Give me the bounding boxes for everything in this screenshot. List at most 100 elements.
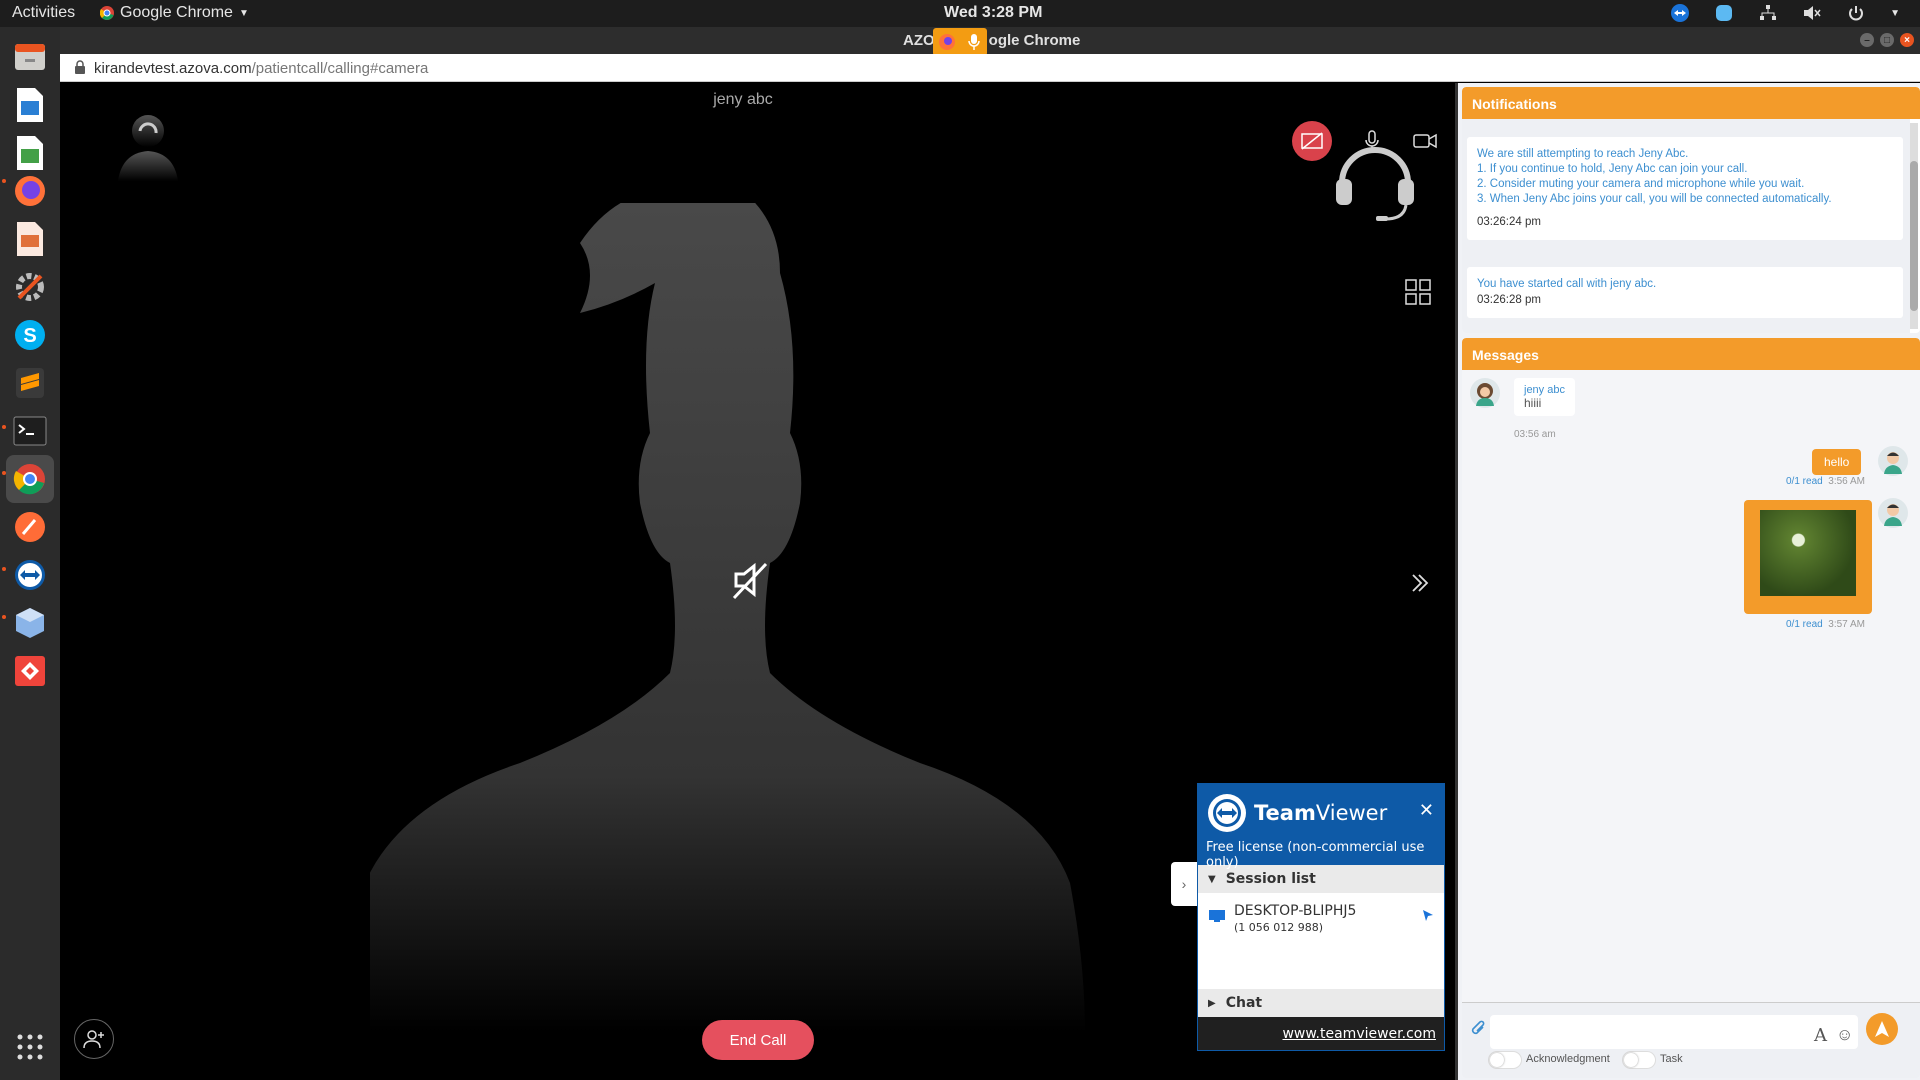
remote-control-icon[interactable] xyxy=(1422,909,1434,923)
chat-section-header[interactable]: ▶ Chat xyxy=(1198,989,1444,1017)
teamviewer-close-button[interactable]: ✕ xyxy=(1419,800,1434,821)
file-cabinet-icon xyxy=(15,44,45,70)
computer-icon xyxy=(1209,910,1225,922)
teamviewer-tray-icon[interactable] xyxy=(1670,3,1690,23)
lock-icon[interactable] xyxy=(74,60,86,78)
dock-anydesk[interactable] xyxy=(6,647,54,695)
task-label: Task xyxy=(1660,1053,1683,1065)
camera-off-button[interactable] xyxy=(1292,121,1332,161)
window-title-bar: AZO ogle Chrome – □ × xyxy=(60,27,1920,54)
dock-chrome[interactable] xyxy=(6,455,54,503)
message-input[interactable] xyxy=(1490,1015,1858,1049)
acknowledgment-label: Acknowledgment xyxy=(1526,1053,1610,1065)
maximize-button[interactable]: □ xyxy=(1880,33,1894,47)
notifications-list: We are still attempting to reach Jeny Ab… xyxy=(1462,119,1910,333)
teamviewer-icon xyxy=(15,560,45,590)
dock-teamviewer[interactable] xyxy=(6,551,54,599)
clock[interactable]: Wed 3:28 PM xyxy=(944,4,1042,22)
dock-settings[interactable] xyxy=(6,263,54,311)
teamviewer-header: TeamViewer ✕ Free license (non-commercia… xyxy=(1198,784,1444,870)
incoming-message: jeny abc hiiii xyxy=(1514,378,1575,416)
dock-firefox[interactable] xyxy=(6,167,54,215)
dock-writer[interactable] xyxy=(6,81,54,129)
dock-terminal[interactable] xyxy=(6,407,54,455)
grid-layout-icon[interactable] xyxy=(1404,278,1432,306)
dock-virtualbox[interactable] xyxy=(6,599,54,647)
flower-photo xyxy=(1760,510,1856,596)
message-time: 03:56 am xyxy=(1514,429,1556,440)
skype-icon: S xyxy=(15,320,45,350)
app-grid-icon xyxy=(17,1034,43,1060)
message-sender: jeny abc xyxy=(1524,384,1565,396)
app-menu-label: Google Chrome xyxy=(120,4,233,21)
remote-avatar-silhouette xyxy=(370,203,1085,1033)
add-participant-button[interactable] xyxy=(74,1019,114,1059)
text-format-icon[interactable]: A xyxy=(1814,1025,1827,1046)
video-camera-icon xyxy=(1413,133,1437,149)
window-title: AZO ogle Chrome xyxy=(903,32,1081,49)
caret-right-icon: ▶ xyxy=(1208,997,1216,1009)
spreadsheet-icon xyxy=(17,136,43,170)
skype-tray-icon[interactable] xyxy=(1714,3,1734,23)
chrome-icon xyxy=(100,6,114,20)
messages-panel: Messages jeny abc hiiii 03:56 am hello 0… xyxy=(1462,338,1920,1078)
teamviewer-link[interactable]: www.teamviewer.com xyxy=(1282,1026,1436,1042)
notification-time: 03:26:24 pm xyxy=(1477,216,1541,228)
end-call-button[interactable]: End Call xyxy=(702,1020,814,1060)
teamviewer-collapse-tab[interactable]: › xyxy=(1171,862,1197,906)
remote-participant-name: jeny abc xyxy=(713,91,773,108)
add-user-icon xyxy=(83,1030,104,1049)
notifications-title: Notifications xyxy=(1462,87,1920,119)
app-menu[interactable]: Google Chrome ▼ xyxy=(100,4,249,22)
emoji-icon[interactable]: ☺ xyxy=(1836,1025,1853,1045)
acknowledgment-toggle[interactable] xyxy=(1488,1051,1522,1069)
power-icon[interactable] xyxy=(1846,3,1866,23)
presentation-icon xyxy=(17,222,43,256)
side-panel: Notifications We are still attempting to… xyxy=(1455,83,1920,1080)
firefox-icon xyxy=(15,176,45,206)
close-button[interactable]: × xyxy=(1900,33,1914,47)
notifications-panel: Notifications We are still attempting to… xyxy=(1462,87,1920,333)
anydesk-icon xyxy=(15,656,45,686)
male-avatar-icon xyxy=(1884,504,1902,526)
dock-sublime[interactable] xyxy=(6,359,54,407)
dock-postman[interactable] xyxy=(6,503,54,551)
chrome-icon xyxy=(13,464,45,495)
double-chevron-right-icon[interactable] xyxy=(1408,571,1432,595)
task-toggle[interactable] xyxy=(1622,1051,1656,1069)
minimize-button[interactable]: – xyxy=(1860,33,1874,47)
dock-files[interactable] xyxy=(6,33,54,81)
male-avatar-icon xyxy=(1884,452,1902,474)
teamviewer-license-text: Free license (non-commercial use only) xyxy=(1206,840,1425,870)
dock-skype[interactable]: S xyxy=(6,311,54,359)
network-icon[interactable] xyxy=(1758,3,1778,23)
notification-item: We are still attempting to reach Jeny Ab… xyxy=(1467,137,1903,240)
url-text[interactable]: kirandevtest.azova.com/patientcall/calli… xyxy=(94,60,428,77)
computer-id: (1 056 012 988) xyxy=(1234,921,1324,934)
video-camera-button[interactable] xyxy=(1405,121,1445,161)
recording-indicator[interactable] xyxy=(933,28,987,56)
chevron-right-icon: › xyxy=(1181,876,1187,892)
messages-title: Messages xyxy=(1462,338,1920,370)
show-applications-button[interactable] xyxy=(6,1023,54,1071)
volume-muted-icon[interactable] xyxy=(1802,3,1822,23)
computer-name: DESKTOP-BLIPHJ5 xyxy=(1234,903,1357,919)
send-button[interactable] xyxy=(1866,1013,1898,1045)
dock: S xyxy=(0,27,60,1080)
gear-icon xyxy=(16,273,44,301)
outgoing-image-message[interactable] xyxy=(1744,500,1872,614)
terminal-icon xyxy=(13,416,47,446)
self-preview-placeholder xyxy=(118,115,178,181)
address-bar[interactable]: kirandevtest.azova.com/patientcall/calli… xyxy=(60,54,1920,82)
female-avatar-icon xyxy=(1476,383,1494,406)
firefox-icon xyxy=(933,28,960,56)
chevron-down-icon[interactable]: ▼ xyxy=(1890,8,1900,19)
system-top-bar: Activities Google Chrome ▼ Wed 3:28 PM ▼ xyxy=(0,0,1920,27)
paperclip-icon[interactable] xyxy=(1470,1019,1486,1037)
microphone-icon xyxy=(960,28,987,56)
dock-impress[interactable] xyxy=(6,215,54,263)
notifications-scrollbar[interactable] xyxy=(1910,123,1918,329)
teamviewer-panel: TeamViewer ✕ Free license (non-commercia… xyxy=(1197,783,1445,1051)
activities-button[interactable]: Activities xyxy=(12,4,75,22)
session-item[interactable]: DESKTOP-BLIPHJ5 (1 056 012 988) xyxy=(1198,893,1444,989)
